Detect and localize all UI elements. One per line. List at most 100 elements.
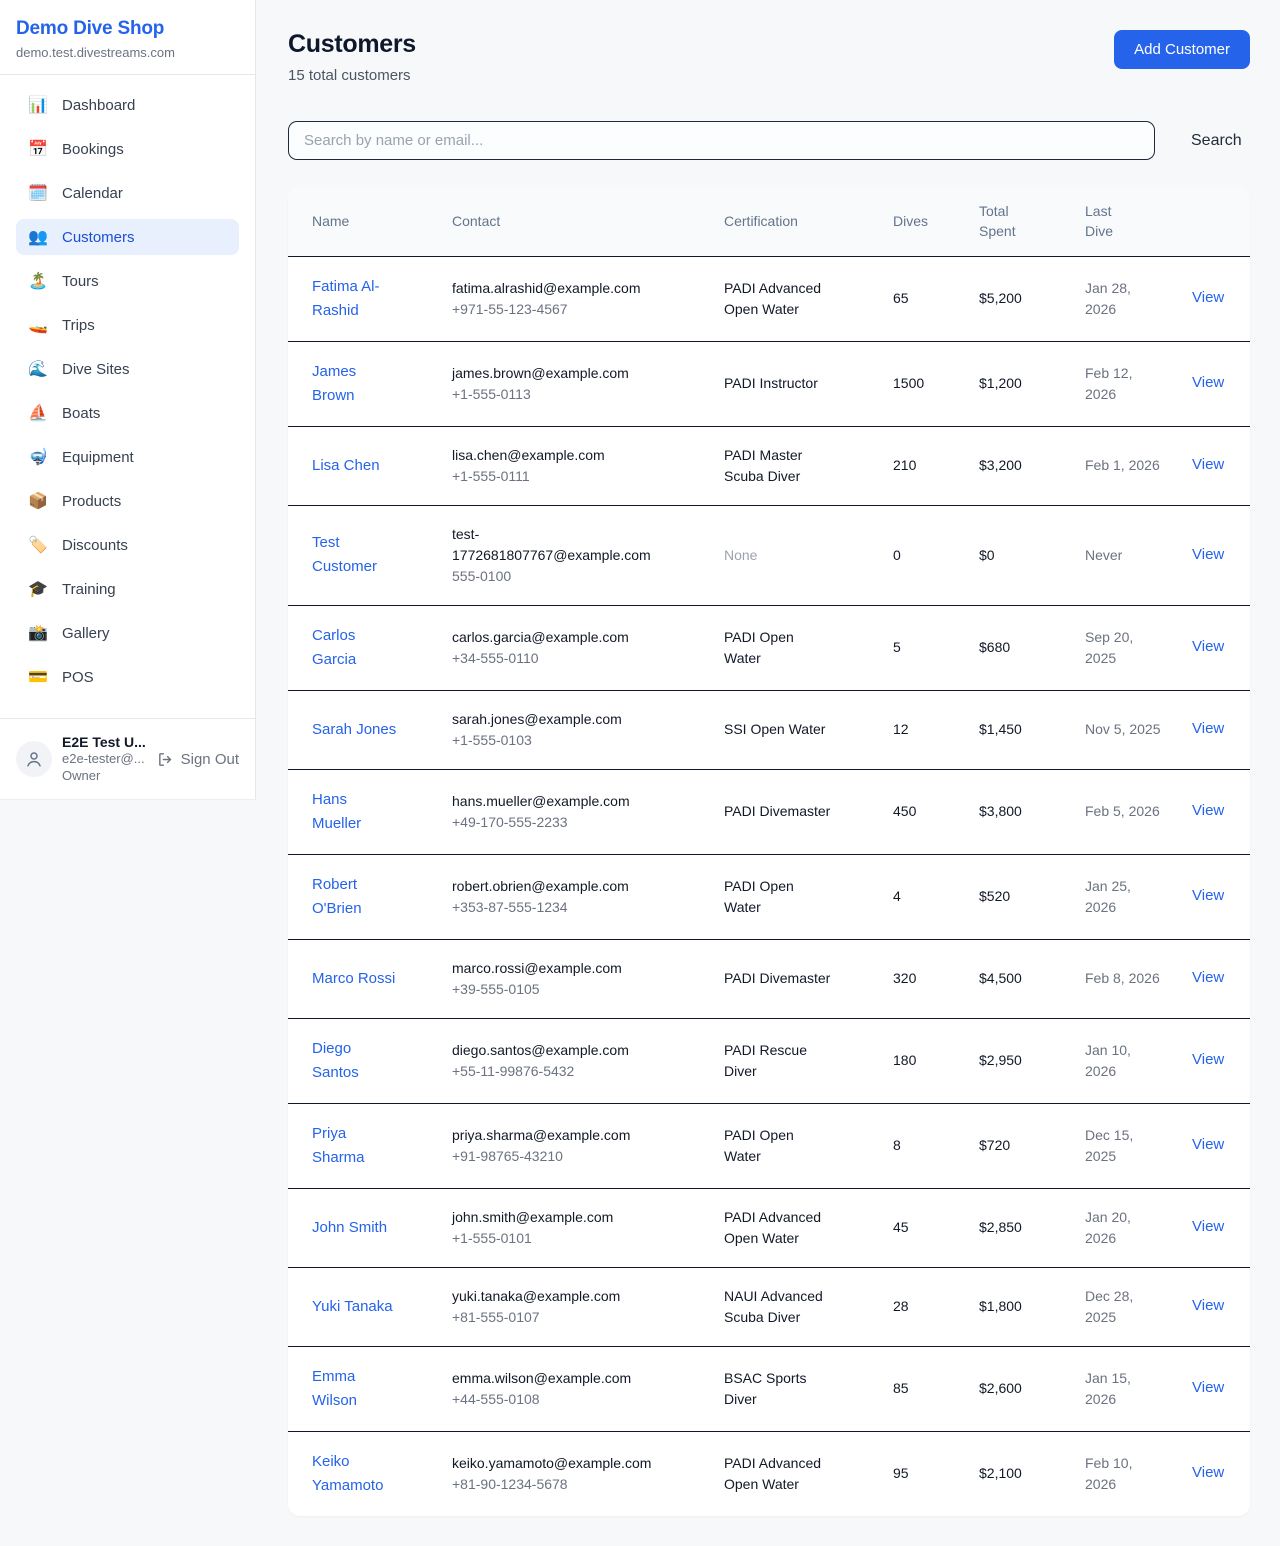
equipment-icon: 🤿 — [28, 447, 48, 467]
table-row: Lisa Chen lisa.chen@example.com +1-555-0… — [288, 426, 1250, 505]
sidebar-item-boats[interactable]: ⛵ Boats — [16, 395, 239, 431]
customer-name-link[interactable]: James Brown — [312, 360, 398, 408]
user-role: Owner — [62, 768, 147, 785]
customer-last-dive: Feb 5, 2026 — [1085, 769, 1192, 854]
sidebar-item-training[interactable]: 🎓 Training — [16, 571, 239, 607]
user-icon — [25, 750, 43, 768]
column-header-certification: Certification — [724, 187, 893, 256]
sign-out-icon — [157, 751, 174, 768]
sidebar-item-products[interactable]: 📦 Products — [16, 483, 239, 519]
column-header-last-dive: Last Dive — [1085, 187, 1192, 256]
customer-dives: 450 — [893, 769, 979, 854]
table-row: Carlos Garcia carlos.garcia@example.com … — [288, 605, 1250, 690]
sidebar: Demo Dive Shop demo.test.divestreams.com… — [0, 0, 256, 800]
customer-name-link[interactable]: Yuki Tanaka — [312, 1295, 393, 1319]
dive-sites-icon: 🌊 — [28, 359, 48, 379]
customer-certification: PADI Open Water — [724, 1103, 893, 1188]
customer-phone: +34-555-0110 — [452, 648, 668, 669]
pos-icon: 💳 — [28, 667, 48, 687]
customer-total-spent: $1,450 — [979, 690, 1085, 769]
customer-email: marco.rossi@example.com — [452, 958, 668, 979]
sidebar-item-discounts[interactable]: 🏷️ Discounts — [16, 527, 239, 563]
view-link[interactable]: View — [1192, 638, 1224, 655]
customer-name-link[interactable]: John Smith — [312, 1216, 387, 1240]
search-input[interactable] — [288, 121, 1155, 160]
sidebar-item-pos[interactable]: 💳 POS — [16, 659, 239, 695]
customer-last-dive: Dec 15, 2025 — [1085, 1103, 1192, 1188]
view-link[interactable]: View — [1192, 374, 1224, 391]
customer-phone: +39-555-0105 — [452, 979, 668, 1000]
customer-name-link[interactable]: Marco Rossi — [312, 967, 395, 991]
customer-name-link[interactable]: Diego Santos — [312, 1037, 398, 1085]
customer-name-link[interactable]: Keiko Yamamoto — [312, 1450, 398, 1498]
customer-name-link[interactable]: Priya Sharma — [312, 1122, 398, 1170]
customer-email: sarah.jones@example.com — [452, 709, 668, 730]
view-link[interactable]: View — [1192, 1218, 1224, 1235]
customer-total-spent: $0 — [979, 505, 1085, 605]
customer-dives: 180 — [893, 1018, 979, 1103]
sidebar-item-tours[interactable]: 🏝️ Tours — [16, 263, 239, 299]
sidebar-item-trips[interactable]: 🚤 Trips — [16, 307, 239, 343]
user-info: E2E Test U... e2e-tester@... Owner — [62, 733, 147, 785]
table-header-row: Name Contact Certification Dives Total S… — [288, 187, 1250, 256]
customer-phone: +353-87-555-1234 — [452, 897, 668, 918]
customer-dives: 4 — [893, 854, 979, 939]
sidebar-item-equipment[interactable]: 🤿 Equipment — [16, 439, 239, 475]
table-row: Yuki Tanaka yuki.tanaka@example.com +81-… — [288, 1267, 1250, 1346]
view-link[interactable]: View — [1192, 1464, 1224, 1481]
sign-out-button[interactable]: Sign Out — [157, 751, 239, 768]
customer-phone: +44-555-0108 — [452, 1389, 668, 1410]
customer-name-link[interactable]: Lisa Chen — [312, 454, 380, 478]
sidebar-item-customers[interactable]: 👥 Customers — [16, 219, 239, 255]
sidebar-item-dashboard[interactable]: 📊 Dashboard — [16, 87, 239, 123]
sidebar-item-calendar[interactable]: 🗓️ Calendar — [16, 175, 239, 211]
customer-email: priya.sharma@example.com — [452, 1125, 668, 1146]
sidebar-item-gallery[interactable]: 📸 Gallery — [16, 615, 239, 651]
customer-phone: +1-555-0101 — [452, 1228, 668, 1249]
customer-name-link[interactable]: Fatima Al-Rashid — [312, 275, 398, 323]
view-link[interactable]: View — [1192, 1136, 1224, 1153]
customer-certification: PADI Master Scuba Diver — [724, 426, 893, 505]
view-link[interactable]: View — [1192, 1379, 1224, 1396]
page-title: Customers — [288, 30, 416, 59]
avatar — [16, 741, 52, 777]
customer-last-dive: Feb 10, 2026 — [1085, 1431, 1192, 1516]
brand-block: Demo Dive Shop demo.test.divestreams.com — [0, 0, 255, 75]
customer-certification: PADI Instructor — [724, 341, 893, 426]
customer-email: keiko.yamamoto@example.com — [452, 1453, 668, 1474]
customer-last-dive: Jan 10, 2026 — [1085, 1018, 1192, 1103]
view-link[interactable]: View — [1192, 289, 1224, 306]
trips-icon: 🚤 — [28, 315, 48, 335]
add-customer-button[interactable]: Add Customer — [1114, 30, 1250, 69]
view-link[interactable]: View — [1192, 802, 1224, 819]
customer-dives: 65 — [893, 256, 979, 341]
customer-phone: 555-0100 — [452, 566, 668, 587]
customer-name-link[interactable]: Emma Wilson — [312, 1365, 398, 1413]
customer-name-link[interactable]: Carlos Garcia — [312, 624, 398, 672]
search-button[interactable]: Search — [1181, 126, 1252, 156]
sidebar-item-bookings[interactable]: 📅 Bookings — [16, 131, 239, 167]
customer-dives: 95 — [893, 1431, 979, 1516]
view-link[interactable]: View — [1192, 546, 1224, 563]
customer-phone: +971-55-123-4567 — [452, 299, 668, 320]
customer-name-link[interactable]: Test Customer — [312, 531, 398, 579]
view-link[interactable]: View — [1192, 456, 1224, 473]
customer-last-dive: Feb 12, 2026 — [1085, 341, 1192, 426]
view-link[interactable]: View — [1192, 1051, 1224, 1068]
customer-phone: +81-90-1234-5678 — [452, 1474, 668, 1495]
sidebar-item-dive-sites[interactable]: 🌊 Dive Sites — [16, 351, 239, 387]
view-link[interactable]: View — [1192, 887, 1224, 904]
column-header-dives: Dives — [893, 187, 979, 256]
customer-name-link[interactable]: Hans Mueller — [312, 788, 398, 836]
customer-total-spent: $4,500 — [979, 939, 1085, 1018]
customer-name-link[interactable]: Sarah Jones — [312, 718, 396, 742]
view-link[interactable]: View — [1192, 1297, 1224, 1314]
customer-count: 15 total customers — [288, 67, 416, 84]
view-link[interactable]: View — [1192, 720, 1224, 737]
user-email: e2e-tester@... — [62, 751, 147, 768]
customer-last-dive: Feb 8, 2026 — [1085, 939, 1192, 1018]
customer-name-link[interactable]: Robert O'Brien — [312, 873, 398, 921]
customer-phone: +55-11-99876-5432 — [452, 1061, 668, 1082]
customer-dives: 85 — [893, 1346, 979, 1431]
view-link[interactable]: View — [1192, 969, 1224, 986]
